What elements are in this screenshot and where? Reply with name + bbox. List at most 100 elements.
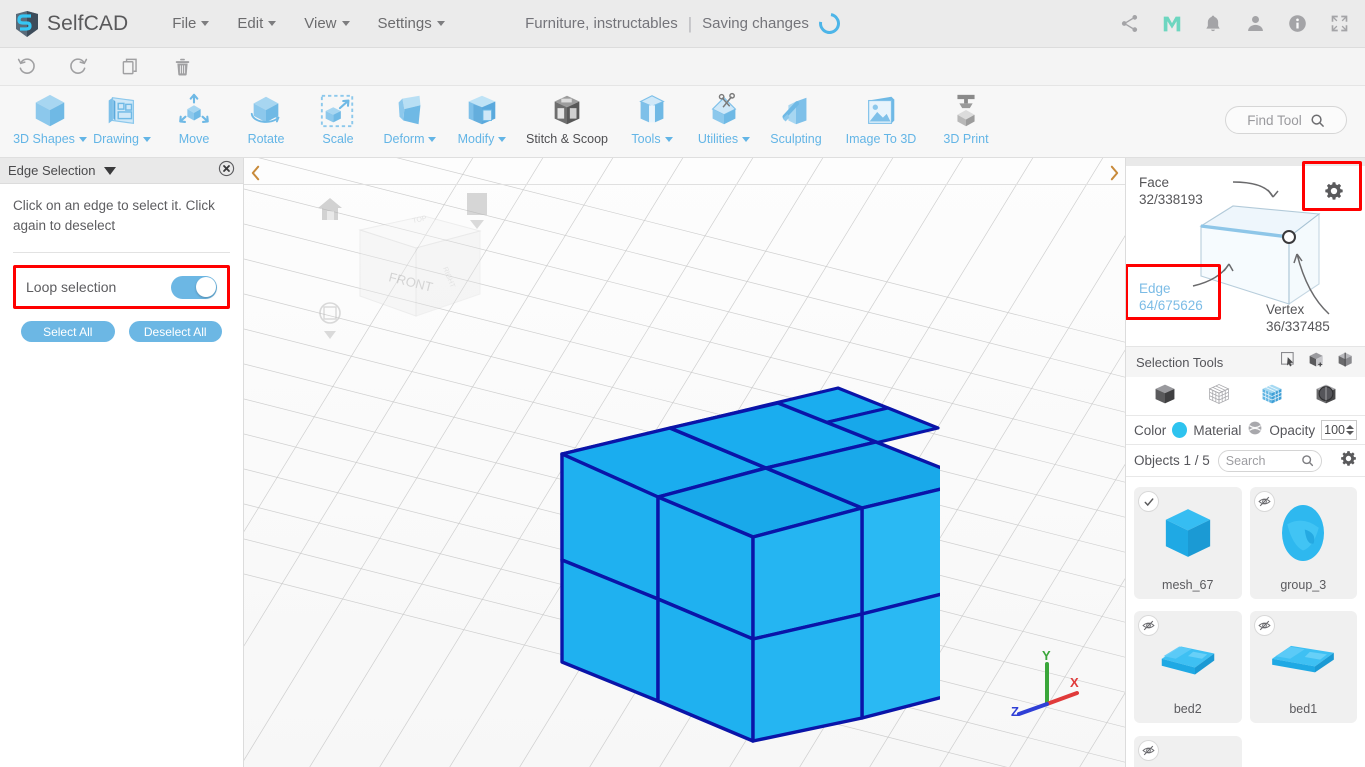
copy-button[interactable] (104, 48, 156, 86)
share-icon[interactable] (1119, 13, 1141, 35)
brand-name: SelfCAD (47, 11, 129, 35)
info-icon[interactable] (1287, 13, 1309, 35)
visibility-hidden-icon[interactable] (1139, 740, 1158, 760)
expand-right-panel-button[interactable] (1105, 160, 1123, 186)
tool-stitch-and-scoop[interactable]: Stitch & Scoop (518, 86, 616, 156)
tool-modify[interactable]: Modify (446, 86, 518, 156)
gear-icon[interactable] (1308, 169, 1360, 213)
delete-button[interactable] (156, 48, 208, 86)
image-to-3d-icon (862, 92, 900, 130)
menu-bar: File Edit View Settings (158, 9, 458, 38)
tool-label: Deform (383, 132, 425, 146)
spinner-down-icon[interactable] (1346, 431, 1354, 435)
opacity-spinner[interactable] (1346, 421, 1355, 439)
redo-button[interactable] (52, 48, 104, 86)
visibility-hidden-icon[interactable] (1254, 616, 1274, 636)
tool-3d-print[interactable]: 3D Print (930, 86, 1002, 156)
menu-edit[interactable]: Edit (223, 9, 290, 38)
tool-label: 3D Shapes (13, 132, 75, 146)
opacity-stepper[interactable] (1321, 420, 1357, 440)
chevron-down-icon (268, 21, 277, 26)
loop-selection-row: Loop selection (16, 268, 227, 306)
perspective-toggle-icon (319, 302, 341, 324)
tool-tools-label-wrap: Tools (631, 132, 673, 146)
tool-drawing-label-wrap: Drawing (93, 132, 151, 146)
object-name: bed1 (1289, 702, 1318, 717)
menu-view[interactable]: View (290, 9, 363, 38)
tool-3d-shapes[interactable]: 3D Shapes (13, 86, 87, 156)
axis-orientation-gizmo: Y X Z (1007, 646, 1087, 729)
objects-settings-gear-icon[interactable] (1340, 450, 1357, 472)
status-separator: | (687, 13, 693, 33)
user-account-icon[interactable] (1245, 13, 1267, 35)
tool-deform[interactable]: Deform (374, 86, 446, 156)
view-navigation-cube[interactable]: FRONT TOP RIGHT (284, 168, 514, 363)
deselect-all-button[interactable]: Deselect All (128, 321, 222, 342)
viewport-top-divider (244, 184, 1125, 185)
tool-label: Tools (631, 132, 661, 146)
tool-tools[interactable]: Tools (616, 86, 688, 156)
tool-scale[interactable]: Scale (302, 86, 374, 156)
find-tool-input[interactable]: Find Tool (1225, 106, 1347, 134)
loop-selection-toggle[interactable] (171, 275, 217, 299)
stitch-scoop-icon (548, 92, 586, 130)
menu-settings[interactable]: Settings (364, 9, 459, 38)
tool-move[interactable]: Move (158, 86, 230, 156)
tool-label: Rotate (247, 132, 285, 146)
tool-rotate[interactable]: Rotate (230, 86, 302, 156)
subdivision-mode-icon[interactable] (1260, 382, 1284, 411)
3d-viewport[interactable]: FRONT TOP RIGHT Y X Z (244, 158, 1125, 767)
close-panel-button[interactable] (218, 160, 235, 182)
left-panel-body: Click on an edge to select it. Click aga… (0, 184, 243, 342)
spinner-up-icon[interactable] (1346, 425, 1354, 429)
brand[interactable]: SelfCAD (14, 10, 128, 38)
box-add-select-icon[interactable] (1308, 351, 1326, 374)
visibility-checked-icon[interactable] (1139, 492, 1158, 511)
search-icon (1301, 455, 1313, 467)
material-icon[interactable] (1247, 420, 1263, 441)
selfcad-app: SelfCAD File Edit View Settings Furnitur… (0, 0, 1365, 767)
solid-mode-icon[interactable] (1153, 382, 1177, 411)
sphere-mode-icon[interactable] (1314, 382, 1338, 411)
menu-file-label: File (172, 15, 197, 32)
tool-image-to-3d[interactable]: Image To 3D (832, 86, 930, 156)
mesh-logo-icon[interactable] (1161, 13, 1183, 35)
list-item[interactable] (1134, 735, 1242, 767)
select-all-button[interactable]: Select All (21, 321, 115, 342)
tool-drawing[interactable]: Drawing (86, 86, 158, 156)
render-mode-row (1126, 377, 1365, 415)
cube-model-3x3[interactable] (540, 356, 940, 746)
box-remove-select-icon[interactable] (1337, 351, 1355, 374)
x-axis-label: X (1070, 675, 1079, 690)
rotate-icon (247, 92, 285, 130)
menu-file[interactable]: File (158, 9, 223, 38)
menu-settings-label: Settings (377, 15, 432, 32)
wireframe-mode-icon[interactable] (1207, 382, 1231, 411)
tool-sculpting[interactable]: Sculpting (760, 86, 832, 156)
tool-image-to-3d-label-wrap: Image To 3D (846, 132, 917, 146)
list-item[interactable]: bed1 (1249, 611, 1357, 724)
tool-label: Modify (457, 132, 495, 146)
collapse-left-panel-button[interactable] (246, 160, 264, 186)
color-swatch[interactable] (1172, 422, 1188, 438)
home-icon (318, 198, 342, 220)
visibility-hidden-icon[interactable] (1254, 492, 1274, 511)
edge-label: Edge (1139, 281, 1171, 296)
edge-selection-mode[interactable]: Edge 64/675626 (1139, 280, 1203, 314)
objects-search-input[interactable]: Search (1217, 449, 1322, 472)
undo-button[interactable] (0, 48, 52, 86)
list-item[interactable]: mesh_67 (1134, 487, 1242, 599)
chevron-down-icon[interactable] (104, 166, 117, 175)
list-item[interactable]: bed2 (1134, 611, 1242, 724)
notifications-bell-icon[interactable] (1203, 13, 1225, 35)
tool-utilities-label-wrap: Utilities (697, 132, 751, 146)
list-item[interactable]: group_3 (1249, 487, 1357, 599)
face-selection-mode[interactable]: Face 32/338193 (1139, 174, 1203, 208)
tool-utilities[interactable]: Utilities (688, 86, 760, 156)
vertex-selection-mode[interactable]: Vertex 36/337485 (1266, 301, 1330, 335)
fullscreen-icon[interactable] (1329, 13, 1351, 35)
save-status-text: Saving changes (702, 15, 809, 32)
tool-label: Utilities (697, 132, 739, 146)
rectangle-select-icon[interactable] (1280, 351, 1297, 373)
tool-3d-print-label-wrap: 3D Print (943, 132, 988, 146)
